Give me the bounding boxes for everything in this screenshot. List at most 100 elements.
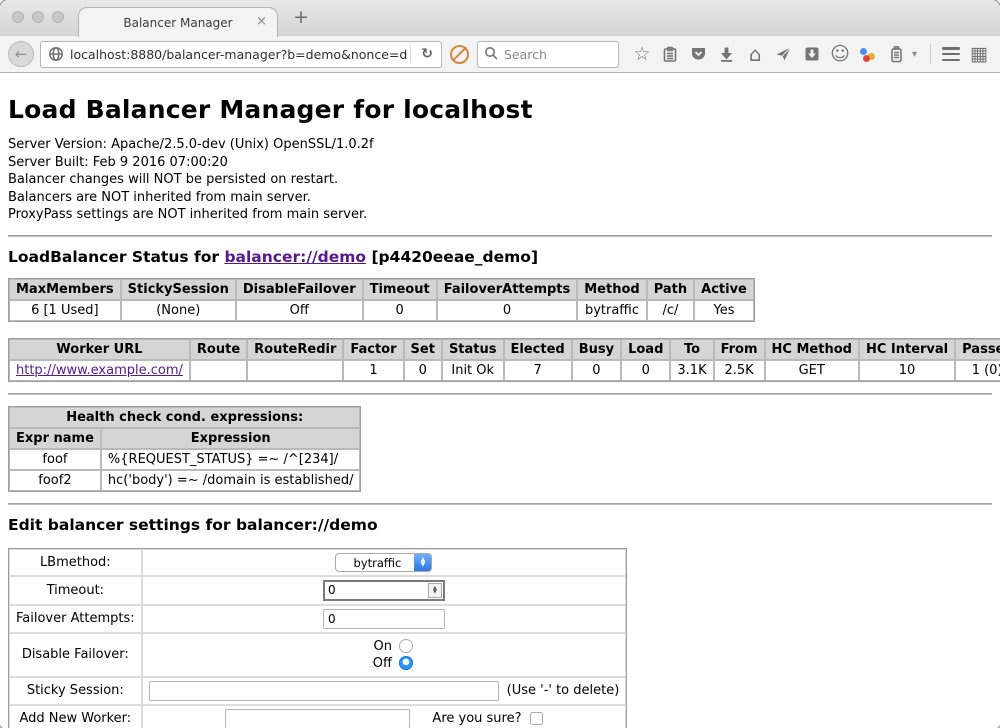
bookmark-star-icon[interactable]: ☆ (629, 41, 655, 67)
url-text[interactable]: localhost:8880/balancer-manager?b=demo&n… (70, 47, 408, 62)
are-you-sure-checkbox[interactable] (530, 712, 543, 725)
close-window-button[interactable] (12, 11, 24, 23)
failover-attempts-input[interactable] (323, 609, 445, 629)
navigation-toolbar: ← localhost:8880/balancer-manager?b=demo… (0, 36, 1000, 73)
cell-to: 3.1K (670, 360, 713, 381)
lbmethod-row: LBmethod: bytraffic ▲▼ (9, 549, 626, 576)
tab-groups-icon[interactable]: ▦ (966, 41, 992, 67)
search-icon (484, 45, 498, 64)
downloads-icon[interactable] (714, 41, 740, 67)
chevron-down-icon[interactable]: ▾ (912, 49, 924, 60)
cell-worker-url: http://www.example.com/ (9, 360, 190, 381)
cell-expression: %{REQUEST_STATUS} =~ /^[234]/ (101, 449, 361, 470)
col-busy: Busy (572, 339, 621, 360)
send-icon[interactable] (770, 41, 796, 67)
server-version: Server Version: Apache/2.5.0-dev (Unix) … (8, 136, 992, 154)
balancer-demo-link[interactable]: balancer://demo (224, 248, 366, 266)
browser-tab[interactable]: Balancer Manager × (78, 7, 278, 37)
cell-status: Init Ok (442, 360, 504, 381)
status-prefix: LoadBalancer Status for (8, 248, 224, 266)
reload-button[interactable]: ↻ (413, 46, 441, 62)
multi-color-dots-icon[interactable] (855, 41, 881, 67)
reading-list-icon[interactable] (657, 41, 683, 67)
disable-failover-row: Disable Failover: On Off (9, 633, 626, 677)
table-title-row: Health check cond. expressions: (9, 407, 360, 428)
feedback-smiley-icon[interactable]: ☺ (827, 41, 853, 67)
home-icon[interactable]: ⌂ (742, 41, 768, 67)
cell-active: Yes (694, 300, 754, 321)
col-from: From (714, 339, 765, 360)
timeout-label: Timeout: (9, 576, 142, 605)
browser-window: Balancer Manager × + ← localhost:8880/ba… (0, 0, 1000, 728)
add-worker-input[interactable] (225, 709, 410, 728)
new-tab-button[interactable]: + (293, 6, 309, 28)
cell-method: bytraffic (577, 300, 646, 321)
save-to-device-icon[interactable] (799, 41, 825, 67)
cell-maxmembers: 6 [1 Used] (9, 300, 121, 321)
lbmethod-selected-value: bytraffic (336, 554, 414, 571)
cell-load: 0 (621, 360, 670, 381)
col-failoverattempts: FailoverAttempts (437, 279, 578, 300)
zoom-window-button[interactable] (52, 11, 64, 23)
failover-off-radio[interactable] (399, 656, 413, 670)
pocket-icon[interactable] (686, 41, 712, 67)
cell-expr-name: foof2 (9, 470, 101, 491)
cell-set: 0 (404, 360, 442, 381)
sticky-session-label: Sticky Session: (9, 677, 142, 705)
cell-timeout: 0 (363, 300, 437, 321)
timeout-input[interactable] (323, 580, 445, 601)
search-placeholder: Search (504, 47, 547, 62)
cell-disablefailover: Off (236, 300, 363, 321)
cell-routeredir (247, 360, 343, 381)
container-battery-icon[interactable] (884, 41, 910, 67)
cell-route (190, 360, 247, 381)
failover-on-radio[interactable] (399, 639, 413, 653)
radio-on-label: On (373, 639, 391, 654)
health-table-title: Health check cond. expressions: (9, 407, 360, 428)
failover-attempts-row: Failover Attempts: (9, 605, 626, 633)
cell-path: /c/ (647, 300, 694, 321)
url-divider (410, 45, 411, 63)
col-path: Path (647, 279, 694, 300)
failover-attempts-label: Failover Attempts: (9, 605, 142, 633)
worker-url-link[interactable]: http://www.example.com/ (16, 363, 183, 378)
col-routeredir: RouteRedir (247, 339, 343, 360)
edit-settings-heading: Edit balancer settings for balancer://de… (8, 516, 992, 534)
worker-table: Worker URL Route RouteRedir Factor Set S… (8, 338, 1000, 382)
minimize-window-button[interactable] (32, 11, 44, 23)
timeout-row: Timeout: ▲▼ (9, 576, 626, 605)
col-maxmembers: MaxMembers (9, 279, 121, 300)
blocked-content-icon[interactable] (450, 45, 469, 64)
cell-elected: 7 (504, 360, 572, 381)
col-hc-interval: HC Interval (859, 339, 955, 360)
table-row: foof2 hc('body') =~ /domain is establish… (9, 470, 360, 491)
menu-icon[interactable] (938, 41, 964, 67)
balancer-settings-form: LBmethod: bytraffic ▲▼ Timeout: ▲▼ (8, 548, 627, 728)
page-content: Load Balancer Manager for localhost Serv… (0, 95, 1000, 728)
balancer-summary-table: MaxMembers StickySession DisableFailover… (8, 278, 755, 322)
cell-busy: 0 (572, 360, 621, 381)
table-row: 6 [1 Used] (None) Off 0 0 bytraffic /c/ … (9, 300, 754, 321)
back-button[interactable]: ← (8, 41, 34, 67)
cell-stickysession: (None) (121, 300, 236, 321)
url-bar[interactable]: localhost:8880/balancer-manager?b=demo&n… (40, 41, 442, 68)
radio-off-label: Off (373, 656, 392, 671)
cell-expr-name: foof (9, 449, 101, 470)
search-bar[interactable]: Search (477, 41, 619, 68)
disable-failover-label: Disable Failover: (9, 633, 142, 677)
col-route: Route (190, 339, 247, 360)
divider (8, 393, 992, 395)
lbmethod-select[interactable]: bytraffic ▲▼ (335, 553, 432, 572)
tab-close-icon[interactable]: × (256, 14, 267, 29)
number-spinner-icon[interactable]: ▲▼ (428, 583, 442, 598)
persist-note: Balancer changes will NOT be persisted o… (8, 171, 992, 189)
sticky-session-input[interactable] (149, 681, 499, 701)
cell-hc-interval: 10 (859, 360, 955, 381)
divider (8, 235, 992, 237)
table-header-row: Worker URL Route RouteRedir Factor Set S… (9, 339, 1000, 360)
window-controls (12, 11, 64, 23)
are-you-sure-label: Are you sure? (432, 711, 521, 726)
lbmethod-label: LBmethod: (9, 549, 142, 576)
server-info: Server Version: Apache/2.5.0-dev (Unix) … (8, 136, 992, 224)
globe-icon (48, 46, 64, 62)
